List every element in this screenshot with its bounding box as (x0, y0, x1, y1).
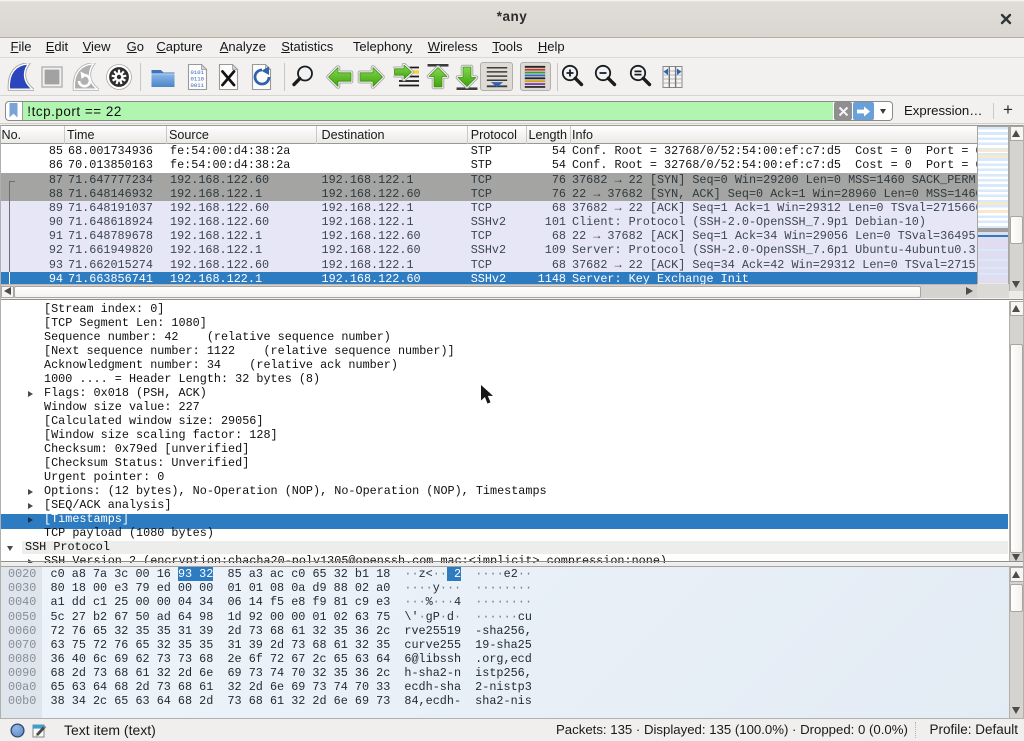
svg-text:0011: 0011 (191, 82, 205, 89)
